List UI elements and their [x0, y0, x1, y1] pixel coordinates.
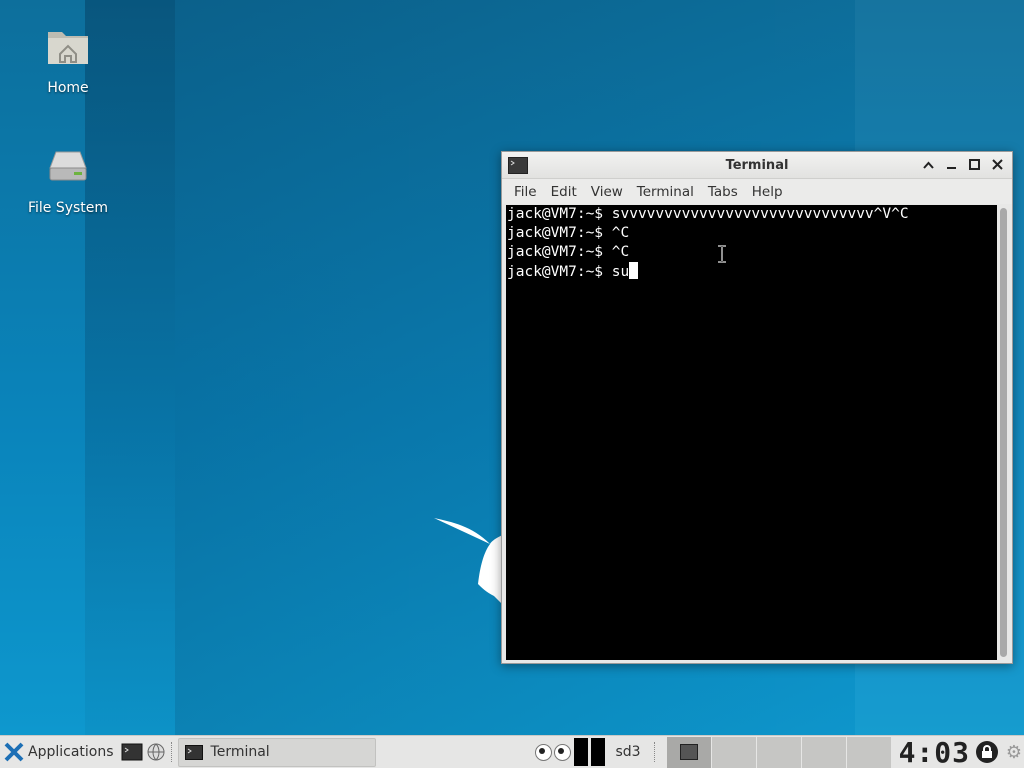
menu-help[interactable]: Help — [746, 184, 789, 200]
settings-button[interactable]: ⚙ — [1004, 741, 1024, 763]
maximize-button[interactable] — [966, 156, 983, 173]
minimize-button[interactable] — [943, 156, 960, 173]
workspace-2[interactable] — [711, 736, 756, 768]
taskbar-terminal-button[interactable]: Terminal — [177, 737, 376, 767]
terminal-output[interactable]: jack@VM7:~$ svvvvvvvvvvvvvvvvvvvvvvvvvvv… — [506, 205, 997, 660]
clock[interactable]: 4:03 — [899, 736, 970, 768]
terminal-line: jack@VM7:~$ svvvvvvvvvvvvvvvvvvvvvvvvvvv… — [507, 206, 909, 222]
drive-icon — [49, 151, 87, 181]
scrollbar-thumb[interactable] — [1000, 208, 1007, 657]
home-folder-icon — [48, 32, 88, 64]
desktop-icon-file-system[interactable]: File System — [8, 142, 128, 216]
close-button[interactable] — [989, 156, 1006, 173]
eye-icon — [554, 743, 572, 761]
web-browser-launcher[interactable] — [144, 741, 168, 763]
workspace-switcher — [666, 736, 891, 768]
cpu-monitor-graph[interactable] — [574, 738, 589, 766]
taskbar: Applications Terminal sd3 4:03 ⚙ — [0, 735, 1024, 768]
terminal-launcher[interactable] — [120, 741, 144, 763]
eye-icon — [535, 743, 553, 761]
scrollbar[interactable] — [998, 205, 1009, 660]
globe-icon — [147, 743, 165, 761]
chevron-up-icon — [923, 161, 934, 169]
lock-icon — [982, 745, 992, 758]
terminal-icon — [121, 743, 143, 761]
separator — [653, 742, 656, 762]
menu-terminal[interactable]: Terminal — [631, 184, 700, 200]
desktop-icon-label: Home — [47, 80, 89, 96]
lock-screen-button[interactable] — [976, 741, 998, 763]
menu-edit[interactable]: Edit — [545, 184, 583, 200]
terminal-icon — [184, 744, 203, 760]
applications-label: Applications — [28, 744, 114, 760]
workspace-5[interactable] — [846, 736, 891, 768]
workspace-3[interactable] — [756, 736, 801, 768]
menu-bar: File Edit View Terminal Tabs Help — [502, 179, 1012, 204]
terminal-input-line[interactable]: jack@VM7:~$ su — [507, 262, 997, 282]
terminal-line: jack@VM7:~$ ^C — [507, 225, 630, 241]
separator — [170, 742, 173, 762]
xfce-logo-icon — [4, 742, 24, 762]
applications-menu-button[interactable]: Applications — [0, 736, 120, 768]
text-cursor — [629, 262, 639, 279]
gear-icon: ⚙ — [1005, 741, 1023, 763]
minimize-icon — [947, 167, 956, 169]
terminal-line-text: jack@VM7:~$ su — [507, 264, 630, 280]
memory-monitor-graph[interactable] — [591, 738, 606, 766]
terminal-app-icon[interactable] — [508, 157, 528, 174]
desktop-icon-home[interactable]: Home — [8, 22, 128, 96]
shade-button[interactable] — [920, 156, 937, 173]
window-titlebar[interactable]: Terminal — [502, 152, 1012, 179]
xfce-mouse-logo-icon — [434, 518, 512, 604]
maximize-icon — [969, 159, 980, 170]
close-icon — [992, 159, 1003, 170]
terminal-window[interactable]: Terminal File Edit View Terminal Tabs He… — [501, 151, 1013, 664]
terminal-icon — [679, 744, 698, 760]
workspace-4[interactable] — [801, 736, 846, 768]
xeyes-applet[interactable] — [535, 743, 572, 761]
ibeam-cursor-icon — [718, 245, 726, 263]
menu-view[interactable]: View — [585, 184, 629, 200]
task-label: Terminal — [210, 744, 270, 760]
wallpaper-shade — [85, 0, 175, 735]
disk-label[interactable]: sd3 — [615, 744, 640, 760]
workspace-1[interactable] — [666, 736, 711, 768]
menu-tabs[interactable]: Tabs — [702, 184, 744, 200]
terminal-line: jack@VM7:~$ ^C — [507, 244, 630, 260]
desktop-icon-label: File System — [27, 200, 109, 216]
menu-file[interactable]: File — [508, 184, 543, 200]
